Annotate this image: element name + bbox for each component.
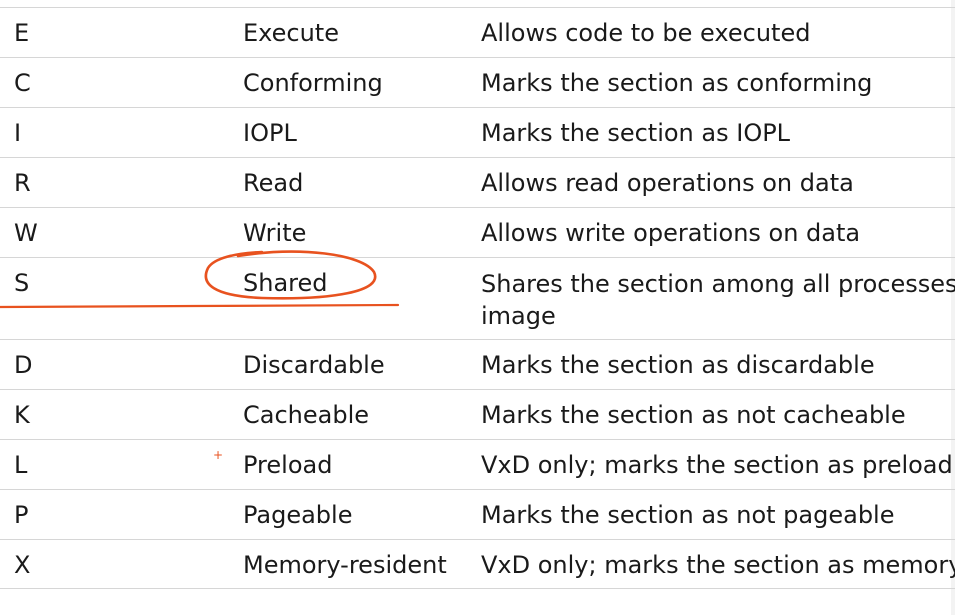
name-cell: Conforming	[243, 69, 383, 97]
table-row: P Pageable Marks the section as not page…	[0, 489, 955, 539]
flag-cell: W	[14, 219, 38, 247]
flag-cell: I	[14, 119, 22, 147]
description-cell: Marks the section as discardable	[481, 351, 875, 379]
description-line: image	[481, 302, 556, 330]
name-cell: Memory-resident	[243, 551, 447, 579]
description-cell: Allows read operations on data	[481, 169, 854, 197]
flag-cell: D	[14, 351, 33, 379]
description-cell: Marks the section as not pageable	[481, 501, 895, 529]
table-row: X Memory-resident VxD only; marks the se…	[0, 539, 955, 589]
description-cell: Marks the section as not cacheable	[481, 401, 906, 429]
table-row: I IOPL Marks the section as IOPL	[0, 107, 955, 157]
description-cell: Allows write operations on data	[481, 219, 861, 247]
name-cell: Discardable	[243, 351, 385, 379]
name-cell: Preload	[243, 451, 333, 479]
table-row: E Execute Allows code to be executed	[0, 7, 955, 57]
description-cell: Allows code to be executed	[481, 19, 811, 47]
name-cell: Pageable	[243, 501, 353, 529]
table-row: S Shared Shares the section among all pr…	[0, 257, 955, 339]
table-row: R Read Allows read operations on data	[0, 157, 955, 207]
name-cell: Shared	[243, 269, 328, 297]
flag-cell: P	[14, 501, 29, 529]
table-row: D Discardable Marks the section as disca…	[0, 339, 955, 389]
flag-cell: E	[14, 19, 30, 47]
table-row: W Write Allows write operations on data	[0, 207, 955, 257]
flag-cell: K	[14, 401, 30, 429]
description-cell: VxD only; marks the section as preload	[481, 451, 953, 479]
name-cell: IOPL	[243, 119, 297, 147]
flag-cell: S	[14, 269, 30, 297]
flag-cell: L	[14, 451, 28, 479]
flag-cell: X	[14, 551, 31, 579]
table-row: L Preload VxD only; marks the section as…	[0, 439, 955, 489]
name-cell: Cacheable	[243, 401, 370, 429]
section-flags-table: E Execute Allows code to be executed C C…	[0, 7, 955, 589]
name-cell: Read	[243, 169, 304, 197]
description-line: Shares the section among all processes u…	[481, 270, 955, 298]
table-row: K Cacheable Marks the section as not cac…	[0, 389, 955, 439]
name-cell: Write	[243, 219, 307, 247]
flag-cell: C	[14, 69, 31, 97]
description-cell: Marks the section as conforming	[481, 69, 873, 97]
table-row: C Conforming Marks the section as confor…	[0, 57, 955, 107]
name-cell: Execute	[243, 19, 339, 47]
flag-cell: R	[14, 169, 31, 197]
description-cell: VxD only; marks the section as memory-re…	[481, 551, 955, 579]
description-cell: Shares the section among all processes u…	[481, 268, 955, 332]
description-cell: Marks the section as IOPL	[481, 119, 791, 147]
